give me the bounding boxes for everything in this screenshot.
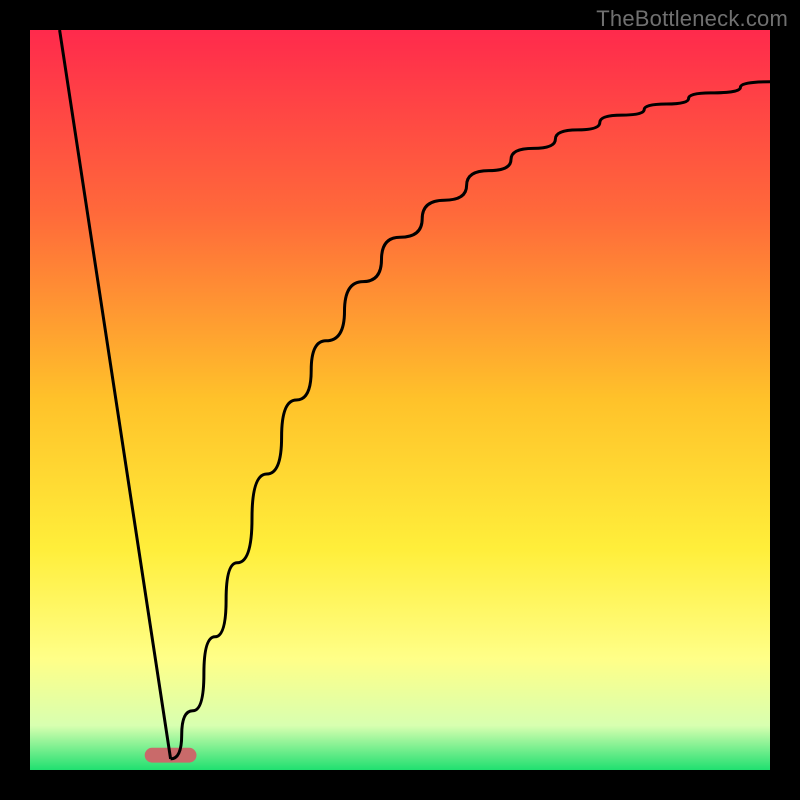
gradient-backdrop: [30, 30, 770, 770]
bottleneck-chart: [30, 30, 770, 770]
chart-frame: TheBottleneck.com: [0, 0, 800, 800]
watermark-label: TheBottleneck.com: [596, 6, 788, 32]
